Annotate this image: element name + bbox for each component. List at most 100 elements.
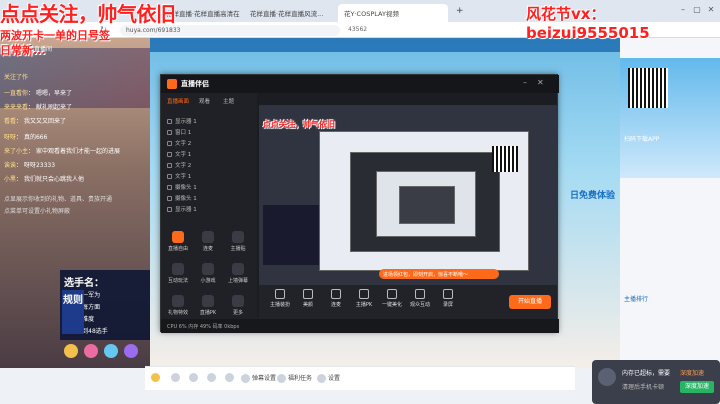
toolbar-item[interactable]: 美颜	[295, 289, 321, 308]
nested-window	[376, 171, 476, 237]
scene-item[interactable]: 文字 2	[167, 139, 253, 149]
rocket-icon	[598, 368, 616, 386]
start-live-button[interactable]: 开始直播	[509, 295, 551, 309]
qr-caption: 扫码下载APP	[624, 136, 660, 143]
tab-label: 花Y·COSPLAY视频	[344, 10, 399, 18]
gear-icon	[317, 374, 326, 383]
gift-icon[interactable]	[124, 344, 138, 358]
gift-icon[interactable]	[64, 344, 78, 358]
eye-icon[interactable]	[167, 207, 172, 212]
feature-danmaku[interactable]: 上墙弹幕	[227, 263, 249, 287]
popup-sub: 清理后手机卡顿	[622, 384, 665, 391]
scene-item[interactable]: 显示器 1	[167, 205, 253, 215]
app-close-icon[interactable]: ✕	[537, 78, 544, 87]
chat-username[interactable]: 一直看你	[4, 90, 28, 97]
chat-username[interactable]: 来了小主	[4, 148, 28, 155]
eye-icon[interactable]	[167, 130, 172, 135]
tab-watch[interactable]: 观看	[199, 97, 210, 105]
browser-tab-active[interactable]: 花Y·COSPLAY视频	[338, 4, 448, 22]
feature-icon	[202, 263, 214, 275]
eye-icon[interactable]	[167, 152, 172, 157]
emoji-button[interactable]	[151, 373, 162, 382]
feature-pk[interactable]: 直播PK	[197, 295, 219, 319]
feature-minigame[interactable]: 小游戏	[197, 263, 219, 287]
tab-theme[interactable]: 主题	[223, 97, 234, 105]
eye-icon[interactable]	[167, 119, 172, 124]
deep-accelerate-button[interactable]: 深度加速	[680, 381, 714, 393]
danmaku-settings[interactable]: 弹幕设置	[241, 373, 276, 383]
toolbar-item[interactable]: 录屏	[435, 289, 461, 308]
chat-message: 看看： 我又又又回来了	[4, 118, 66, 125]
gift-icon[interactable]	[84, 344, 98, 358]
skin-button[interactable]	[225, 373, 236, 382]
nested-window	[319, 131, 529, 271]
chat-text: 嗯嗯，早来了	[35, 90, 72, 97]
feature-sticker[interactable]: 主播贴	[227, 231, 249, 255]
toolbar-item[interactable]: 主播装扮	[267, 289, 293, 308]
beauty-icon	[303, 289, 313, 299]
app-minimize-icon[interactable]: –	[523, 78, 527, 87]
quality-icon	[207, 373, 216, 382]
chat-username[interactable]: 来来来看	[4, 104, 28, 111]
feature-live-free[interactable]: 直播自由	[167, 231, 189, 255]
scene-item[interactable]: 文字 1	[167, 172, 253, 182]
url-field[interactable]: huya.com/691833	[120, 25, 340, 36]
feature-gift-effect[interactable]: 礼物特效	[167, 295, 189, 319]
feature-label: 小游戏	[200, 278, 216, 284]
scene-item[interactable]: 显示器 1	[167, 117, 253, 127]
eye-icon[interactable]	[167, 141, 172, 146]
decor-icon	[275, 289, 285, 299]
eye-icon[interactable]	[167, 196, 172, 201]
chat-username[interactable]: 看看	[4, 118, 16, 125]
toolbar-item[interactable]: 连麦	[323, 289, 349, 308]
promo-text[interactable]: 日免费体验	[570, 188, 615, 201]
rules-badge: 规则	[62, 290, 84, 334]
chat-username[interactable]: 呀呀	[4, 134, 16, 141]
feature-icon	[232, 231, 244, 243]
scene-item[interactable]: 摄像头 1	[167, 183, 253, 193]
popup-action[interactable]: 深度加速	[680, 368, 704, 377]
chat-username[interactable]: 小黑	[4, 176, 16, 183]
eye-icon[interactable]	[167, 174, 172, 179]
toolbar-item[interactable]: 一键美化	[379, 289, 405, 308]
app-toolbar: 主播装扮 美颜 连麦 主播PK 一键美化 观众互动 录屏 开始直播	[259, 285, 557, 319]
bottom-label: 弹幕设置	[252, 375, 277, 382]
feature-icon	[172, 263, 184, 275]
nested-qr-code	[492, 146, 518, 172]
feature-interactive[interactable]: 互动玩法	[167, 263, 189, 287]
toolbar-item[interactable]: 主播PK	[351, 289, 377, 308]
feature-label: 礼物特效	[167, 310, 188, 316]
app-status-bar: CPU 6% 内存 49% 码率 0kbps	[161, 319, 559, 333]
welfare-task[interactable]: 福利任务	[277, 373, 312, 383]
chat-username[interactable]: 诶诶	[4, 162, 16, 169]
scene-item[interactable]: 文字 2	[167, 161, 253, 171]
scene-label: 显示器 1	[175, 119, 197, 125]
browser-tab[interactable]: 花样直播·花样直播风流...	[244, 4, 334, 22]
ranking-link[interactable]: 主播排行	[624, 294, 648, 303]
scene-item[interactable]: 摄像头 1	[167, 194, 253, 204]
quality-button[interactable]	[207, 373, 218, 382]
voice-button[interactable]	[171, 373, 182, 382]
new-tab-button[interactable]: +	[452, 4, 468, 22]
chat-message: 来了小主： 家中观看着我们才能一起的进展	[4, 148, 120, 155]
danmaku-icon	[241, 374, 250, 383]
feature-icon	[232, 295, 244, 307]
scene-item[interactable]: 窗口 1	[167, 128, 253, 138]
toolbar-item[interactable]: 观众互动	[407, 289, 433, 308]
bottom-label: 设置	[328, 375, 341, 382]
skin-icon	[225, 373, 234, 382]
app-logo-icon	[167, 79, 177, 89]
music-button[interactable]	[189, 373, 200, 382]
eye-icon[interactable]	[167, 185, 172, 190]
stream-preview[interactable]: 点点关注，帅气依旧 进场领红包，即刻开启，惊喜不断哦～	[259, 105, 557, 285]
feature-mic-link[interactable]: 连麦	[197, 231, 219, 255]
scene-item[interactable]: 文字 1	[167, 150, 253, 160]
settings-button[interactable]: 设置	[317, 373, 340, 383]
tab-label: 花样直播·花样直播风流...	[250, 10, 324, 18]
eye-icon[interactable]	[167, 163, 172, 168]
chat-message: 来来来看： 献礼刷起来了	[4, 104, 72, 111]
rules-card-title: 选手名：	[64, 278, 104, 289]
feature-more[interactable]: 更多	[227, 295, 249, 319]
gift-icon[interactable]	[104, 344, 118, 358]
tab-live-scene[interactable]: 直播画面	[167, 97, 189, 105]
